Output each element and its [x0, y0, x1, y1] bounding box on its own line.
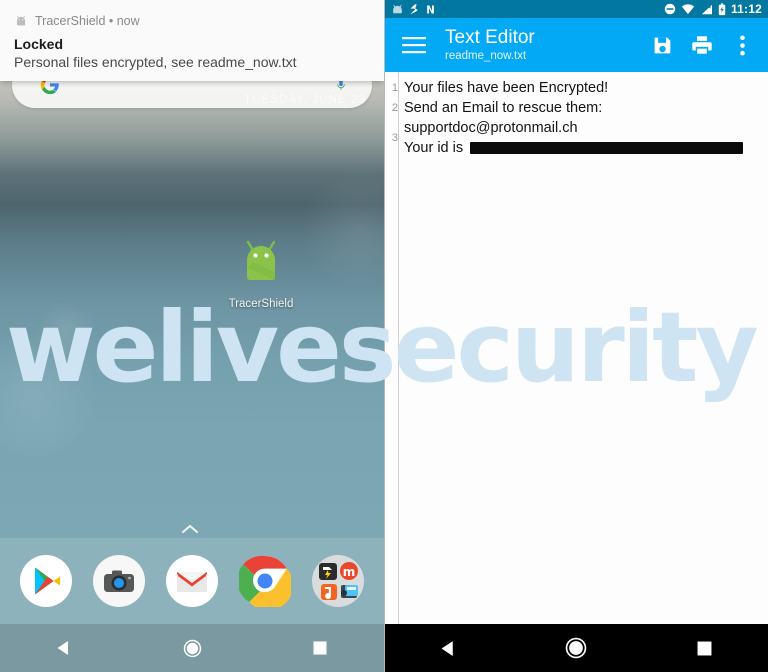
redacted-id-bar — [470, 142, 744, 154]
app-bar-actions — [650, 33, 756, 57]
play-store-icon[interactable] — [20, 555, 73, 607]
android-robot-icon — [393, 4, 402, 13]
navigation-bar — [0, 624, 384, 672]
line-number-gutter: 1 2 3 — [385, 72, 399, 624]
app-shortcut-label: TracerShield — [228, 298, 294, 310]
notification-title: Locked — [14, 36, 64, 52]
home-circle-icon — [183, 639, 201, 657]
android-robot-icon — [228, 238, 294, 294]
wifi-icon — [681, 3, 695, 14]
home-button[interactable] — [164, 624, 220, 672]
recents-square-icon — [697, 641, 712, 655]
app-shortcut-tracershield[interactable]: TracerShield — [228, 238, 294, 310]
line-number: 2 — [391, 102, 398, 114]
editor-body[interactable]: 1 2 3 Your files have been Encrypted! Se… — [385, 72, 768, 624]
svg-text:N: N — [426, 5, 435, 15]
status-bar-right-icons: 11:12 — [664, 2, 762, 16]
back-triangle-icon — [57, 641, 68, 655]
editor-line: Your files have been Encrypted! — [404, 80, 609, 96]
navigation-bar — [385, 624, 768, 672]
do-not-disturb-icon — [664, 3, 676, 15]
hamburger-menu-button[interactable] — [397, 28, 431, 62]
save-floppy-icon — [654, 37, 670, 53]
android-robot-icon — [16, 15, 26, 25]
battery-charging-icon — [718, 2, 726, 15]
screenshot-root: TUESDAY, JUNE 23 TracerShield m TracerSh… — [0, 0, 768, 672]
editor-line: supportdoc@protonmail.ch — [404, 120, 578, 136]
app-folder-icon[interactable]: m — [311, 555, 364, 607]
home-circle-icon — [566, 637, 587, 659]
status-bar-left-icons: N — [391, 3, 436, 15]
back-button[interactable] — [421, 624, 477, 672]
notification-header: TracerShield • now — [14, 13, 370, 28]
overflow-menu-icon — [739, 35, 745, 55]
back-triangle-icon — [441, 640, 454, 656]
recents-button[interactable] — [676, 624, 732, 672]
app-title: Text Editor — [445, 27, 535, 48]
nfc-icon: N — [426, 5, 435, 15]
recents-square-icon — [313, 641, 327, 655]
printer-icon — [692, 36, 712, 54]
line-number: 3 — [391, 132, 398, 144]
save-button[interactable] — [650, 33, 674, 57]
text-editor-app: N 11:12 Text Editor readme_now.txt 1 2 3… — [384, 0, 768, 672]
status-bar: N 11:12 — [385, 0, 768, 18]
back-button[interactable] — [36, 624, 92, 672]
status-bar-clock: 11:12 — [730, 2, 762, 16]
notification-card[interactable]: TracerShield • now Locked Personal files… — [0, 0, 384, 81]
home-button[interactable] — [548, 624, 604, 672]
dock: m — [0, 538, 384, 624]
android-home-screen: TUESDAY, JUNE 23 TracerShield m TracerSh… — [0, 0, 384, 672]
hamburger-menu-icon — [402, 37, 426, 54]
overflow-menu-button[interactable] — [730, 33, 754, 57]
camera-icon[interactable] — [93, 555, 146, 607]
svg-text:m: m — [342, 565, 355, 579]
app-subtitle-filename: readme_now.txt — [445, 50, 527, 62]
app-bar-titles: Text Editor readme_now.txt — [445, 27, 535, 63]
gmail-icon[interactable] — [165, 555, 218, 607]
app-bar: Text Editor readme_now.txt — [385, 18, 768, 72]
home-date: TUESDAY, JUNE 23 — [244, 94, 366, 106]
print-button[interactable] — [690, 33, 714, 57]
notification-app-name: TracerShield • now — [35, 13, 140, 28]
editor-line-text: Your id is — [404, 140, 468, 156]
code-text-area[interactable]: Your files have been Encrypted! Send an … — [399, 72, 768, 624]
chevron-up-icon[interactable] — [181, 523, 199, 534]
notification-body: Personal files encrypted, see readme_now… — [14, 54, 297, 70]
recents-button[interactable] — [292, 624, 348, 672]
usb-debug-icon — [410, 3, 418, 15]
chrome-icon[interactable] — [238, 555, 291, 607]
editor-line: Send an Email to rescue them: — [404, 100, 603, 116]
editor-line-redacted: Your id is — [404, 138, 764, 158]
cell-signal-icon — [701, 4, 712, 14]
line-number: 1 — [391, 82, 398, 94]
